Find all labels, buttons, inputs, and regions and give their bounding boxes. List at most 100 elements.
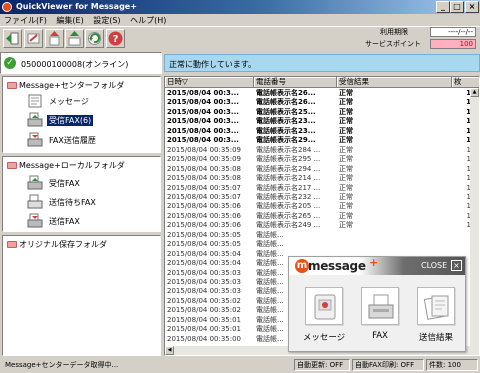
fax-pending-icon: [27, 194, 43, 209]
cell-pages: [452, 240, 471, 249]
scroll-left-icon[interactable]: ◀: [165, 346, 174, 355]
cell-datetime: 2015/08/04 00:35:08: [167, 174, 242, 183]
original-folder-header[interactable]: オリジナル保存フォルダ: [7, 239, 107, 250]
table-row[interactable]: 2015/08/04 00:35:06 電話帳表示名249 ... 正常 1: [165, 221, 471, 230]
table-row[interactable]: 2015/08/04 00:35:09 電話帳表示名295 ... 正常 1: [165, 155, 471, 164]
refresh-button[interactable]: [85, 29, 104, 48]
cell-result: 正常: [339, 221, 353, 230]
table-row[interactable]: 2015/08/04 00:35:07 電話帳表示名232 ... 正常 1: [165, 193, 471, 202]
cell-datetime: 2015/08/04 00:35:09: [167, 155, 242, 164]
popup-message-button[interactable]: [305, 287, 343, 325]
table-row[interactable]: 2015/08/04 00:35:05 電話帳...: [165, 240, 471, 249]
cell-phone: 電話帳表示名26...: [256, 98, 316, 107]
usage-limit-label: 利用期限: [380, 28, 408, 36]
fax-receive-icon: [27, 112, 43, 127]
menu-bar: ファイル(F) 編集(E) 設定(S) ヘルプ(H): [0, 14, 480, 26]
table-row[interactable]: 2015/08/04 00:35:06 電話帳表示名205 ... 正常 1: [165, 202, 471, 211]
cell-datetime: 2015/08/04 00:35:01: [167, 325, 242, 334]
cell-phone: 電話帳表示名29...: [256, 136, 316, 145]
cell-pages: 1: [466, 89, 471, 97]
cell-datetime: 2015/08/04 00:35:00: [167, 334, 242, 343]
column-phone[interactable]: 電話番号: [254, 77, 337, 88]
cell-datetime: 2015/08/04 00:35:04: [167, 249, 242, 258]
table-row[interactable]: 2015/08/04 00:35:09 電話帳表示名284 ... 正常 1: [165, 146, 471, 155]
app-icon: [2, 2, 12, 12]
cell-phone: 電話帳表示名205 ...: [256, 202, 321, 211]
cell-result: 正常: [339, 107, 353, 116]
scroll-up-icon[interactable]: ▲: [470, 88, 479, 97]
cell-pages: 1: [466, 183, 471, 192]
exit-button[interactable]: [3, 29, 22, 48]
cell-phone: 電話帳表示名23...: [256, 117, 316, 126]
send-button[interactable]: [65, 29, 84, 48]
cell-phone: 電話帳表示名249 ...: [256, 221, 321, 230]
menu-file[interactable]: ファイル(F): [0, 14, 50, 26]
folder-icon: [7, 82, 17, 89]
logo-mark: m: [295, 259, 309, 273]
cell-datetime: 2015/08/04 00:35:06: [167, 211, 242, 220]
popup-send-result-button[interactable]: [417, 287, 455, 325]
maximize-button[interactable]: □: [450, 1, 464, 13]
cell-pages: 1: [466, 192, 471, 201]
cell-result: 正常: [339, 136, 353, 145]
popup-fax-button[interactable]: [361, 287, 399, 325]
cell-pages: 1: [466, 136, 471, 145]
cell-phone: 電話帳表示名217 ...: [256, 183, 321, 192]
column-result[interactable]: 受信結果: [337, 77, 452, 88]
receive-button[interactable]: [24, 29, 43, 48]
cell-datetime: 2015/08/04 00:35:03: [167, 268, 242, 277]
usage-limit-value: ----/--/--: [430, 27, 476, 37]
help-button[interactable]: ?: [106, 29, 125, 48]
cell-phone: 電話帳表示名294 ...: [256, 164, 321, 173]
local-folder-header[interactable]: Message+ローカルフォルダ: [7, 160, 125, 171]
cell-phone: 電話帳表示名284 ...: [256, 145, 321, 154]
cell-datetime: 2015/08/04 00:35:09: [167, 145, 242, 154]
table-row[interactable]: 2015/08/04 00:3... 電話帳表示名26... 正常 1: [165, 89, 471, 98]
cell-datetime: 2015/08/04 00:35:01: [167, 315, 242, 324]
cell-result: 正常: [339, 89, 353, 97]
cell-pages: 1: [466, 221, 471, 230]
cell-result: 正常: [339, 164, 353, 173]
close-button[interactable]: ×: [465, 1, 479, 13]
popup-close-label[interactable]: CLOSE: [421, 261, 447, 270]
logo-plus: +: [369, 256, 379, 269]
table-row[interactable]: 2015/08/04 00:35:08 電話帳表示名214 ... 正常 1: [165, 174, 471, 183]
menu-edit[interactable]: 編集(E): [52, 14, 86, 26]
table-row[interactable]: 2015/08/04 00:35:06 電話帳表示名265 ... 正常 1: [165, 212, 471, 221]
menu-settings[interactable]: 設定(S): [89, 14, 123, 26]
cell-datetime: 2015/08/04 00:3...: [167, 98, 239, 107]
cell-phone: 電話帳表示名214 ...: [256, 174, 321, 183]
cell-result: 正常: [339, 183, 353, 192]
table-row[interactable]: 2015/08/04 00:35:05 電話帳...: [165, 231, 471, 240]
cell-phone: 電話帳表示名25...: [256, 107, 316, 116]
fax-receive-icon: [27, 175, 43, 190]
cell-pages: 1: [466, 202, 471, 211]
minimize-button[interactable]: _: [436, 1, 450, 13]
table-row[interactable]: 2015/08/04 00:3... 電話帳表示名23... 正常 1: [165, 127, 471, 136]
cell-datetime: 2015/08/04 00:3...: [167, 117, 239, 126]
cell-pages: 1: [466, 126, 471, 135]
center-folder-header[interactable]: Message+センターフォルダ: [7, 80, 124, 91]
menu-help[interactable]: ヘルプ(H): [126, 14, 169, 26]
cell-result: 正常: [339, 202, 353, 211]
fax-icon: [368, 294, 394, 319]
popup-close-icon[interactable]: ×: [451, 260, 462, 271]
table-row[interactable]: 2015/08/04 00:3... 電話帳表示名26... 正常 1: [165, 98, 471, 107]
folder-item-label: 受信FAX(6): [47, 115, 94, 126]
table-row[interactable]: 2015/08/04 00:3... 電話帳表示名29... 正常 1: [165, 136, 471, 145]
cell-datetime: 2015/08/04 00:35:07: [167, 192, 242, 201]
folder-item-label: 送信FAX: [49, 217, 80, 226]
table-row[interactable]: 2015/08/04 00:35:07 電話帳表示名217 ... 正常 1: [165, 184, 471, 193]
upload-button[interactable]: [45, 29, 64, 48]
cell-result: 正常: [339, 126, 353, 135]
cell-pages: 1: [466, 98, 471, 107]
column-datetime[interactable]: 日時▽: [165, 77, 254, 88]
cell-datetime: 2015/08/04 00:35:05: [167, 240, 242, 249]
column-pages[interactable]: 枚: [452, 77, 479, 88]
vertical-scrollbar[interactable]: ▲: [470, 88, 479, 346]
cell-datetime: 2015/08/04 00:3...: [167, 107, 239, 116]
table-row[interactable]: 2015/08/04 00:3... 電話帳表示名23... 正常 1: [165, 117, 471, 126]
table-row[interactable]: 2015/08/04 00:3... 電話帳表示名25... 正常 1: [165, 108, 471, 117]
send-result-icon: [423, 295, 449, 320]
table-row[interactable]: 2015/08/04 00:35:08 電話帳表示名294 ... 正常 1: [165, 165, 471, 174]
